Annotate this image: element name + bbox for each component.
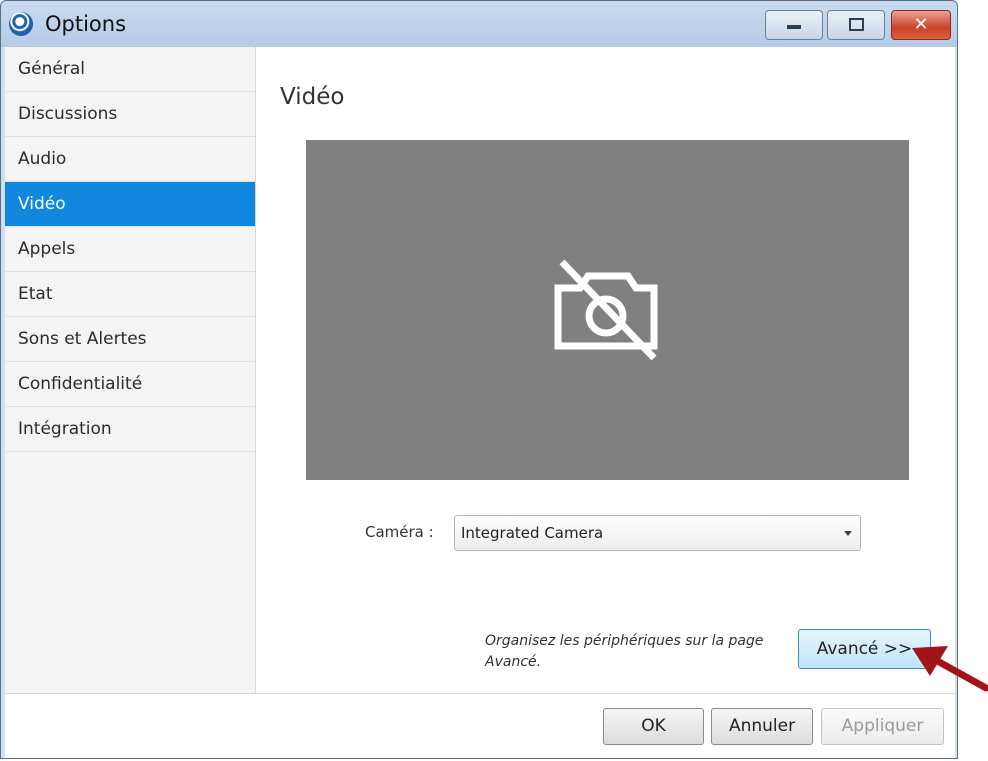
minimize-icon [787,25,801,29]
apply-button[interactable]: Appliquer [821,708,944,745]
video-settings-panel: Vidéo Caméra : Integrated Camera Organis… [256,47,955,693]
sidebar-item-discussions[interactable]: Discussions [5,92,255,137]
close-icon: ✕ [913,14,929,35]
sidebar-item-integration[interactable]: Intégration [5,407,255,452]
page-title: Vidéo [280,84,345,110]
advanced-hint: Organisez les périphériques sur la page … [485,633,764,670]
minimize-button[interactable] [765,10,823,40]
camera-label: Caméra : [365,523,434,541]
camera-select-value: Integrated Camera [461,524,604,542]
dialog-body: Général Discussions Audio Vidéo Appels E… [5,47,955,758]
sidebar-item-audio[interactable]: Audio [5,137,255,182]
chevron-down-icon [844,531,852,536]
callout-arrow-icon [912,646,988,692]
window-title: Options [45,12,127,36]
camera-select[interactable]: Integrated Camera [454,515,861,551]
sidebar-item-etat[interactable]: Etat [5,272,255,317]
maximize-button[interactable] [827,10,885,40]
camera-off-icon [554,259,658,361]
dialog-footer: OK Annuler Appliquer [5,693,955,758]
options-window: Options ✕ Général Discussions Audio Vidé… [0,0,958,759]
ok-button[interactable]: OK [603,708,704,745]
close-button[interactable]: ✕ [891,10,951,40]
title-bar[interactable]: Options ✕ [1,1,957,47]
sidebar-item-sons-alertes[interactable]: Sons et Alertes [5,317,255,362]
app-logo-icon [9,12,33,36]
cancel-button[interactable]: Annuler [711,708,813,745]
sidebar-item-video[interactable]: Vidéo [5,182,255,227]
sidebar-item-general[interactable]: Général [5,47,255,92]
sidebar-item-appels[interactable]: Appels [5,227,255,272]
sidebar-item-confidentialite[interactable]: Confidentialité [5,362,255,407]
sidebar: Général Discussions Audio Vidéo Appels E… [5,47,256,693]
maximize-icon [848,18,864,31]
video-preview [306,140,909,480]
